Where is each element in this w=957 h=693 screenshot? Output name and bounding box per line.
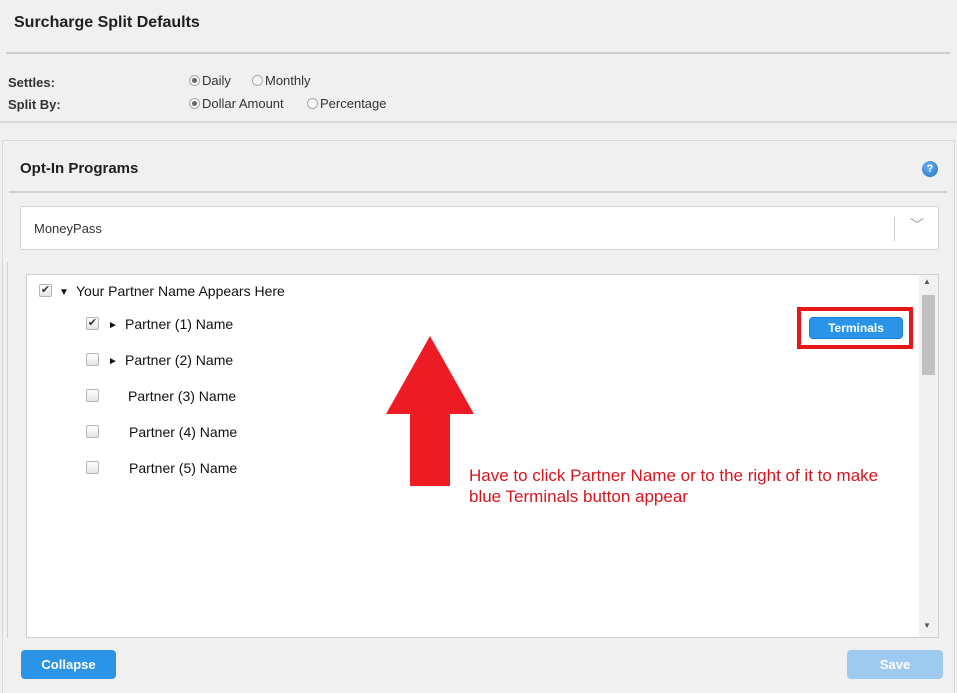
root-checkbox[interactable]: ✔ [39, 284, 52, 297]
program-select[interactable]: MoneyPass ﹀ [20, 206, 939, 250]
settles-monthly-radio[interactable] [252, 75, 263, 86]
section-shadow [0, 121, 957, 124]
split-dollar-option[interactable]: Dollar Amount [189, 96, 284, 111]
collapsed-arrow-icon[interactable]: ► [108, 356, 118, 367]
partner-1-label[interactable]: Partner (1) Name [125, 316, 233, 332]
partner-5-checkbox[interactable] [86, 461, 99, 474]
split-dollar-label: Dollar Amount [202, 96, 284, 111]
panel-left-edge [7, 262, 8, 638]
divider [6, 52, 950, 54]
settles-monthly-option[interactable]: Monthly [252, 73, 311, 88]
partner-2-checkbox[interactable] [86, 353, 99, 366]
red-arrow-icon [386, 336, 474, 486]
terminals-button[interactable]: Terminals [809, 317, 903, 339]
panel-title: Opt-In Programs [20, 160, 139, 177]
program-select-value: MoneyPass [34, 221, 102, 236]
settles-daily-option[interactable]: Daily [189, 73, 231, 88]
collapse-button[interactable]: Collapse [21, 650, 116, 679]
partner-3-label[interactable]: Partner (3) Name [128, 388, 236, 404]
tree-root-label[interactable]: Your Partner Name Appears Here [76, 283, 285, 299]
chevron-down-icon[interactable]: ﹀ [910, 215, 924, 235]
settles-daily-radio[interactable] [189, 75, 200, 86]
scroll-thumb[interactable] [922, 295, 935, 375]
settles-label: Settles: [8, 75, 55, 90]
partner-2-label[interactable]: Partner (2) Name [125, 352, 233, 368]
annotation-text: Have to click Partner Name or to the rig… [469, 466, 879, 506]
partner-3-checkbox[interactable] [86, 389, 99, 402]
select-separator [894, 217, 895, 241]
save-button[interactable]: Save [847, 650, 943, 679]
split-percentage-label: Percentage [320, 96, 387, 111]
scroll-up-icon[interactable]: ▲ [923, 277, 931, 286]
expanded-arrow-icon[interactable]: ▼ [59, 287, 69, 298]
split-percentage-radio[interactable] [307, 98, 318, 109]
section-title-surcharge: Surcharge Split Defaults [14, 14, 200, 31]
partner-4-label[interactable]: Partner (4) Name [129, 424, 237, 440]
split-percentage-option[interactable]: Percentage [307, 96, 387, 111]
partner-5-label[interactable]: Partner (5) Name [129, 460, 237, 476]
settles-daily-label: Daily [202, 73, 231, 88]
divider [9, 191, 947, 193]
split-dollar-radio[interactable] [189, 98, 200, 109]
scroll-down-icon[interactable]: ▼ [923, 621, 931, 630]
partner-1-checkbox[interactable]: ✔ [86, 317, 99, 330]
partner-4-checkbox[interactable] [86, 425, 99, 438]
tree-scrollbar[interactable]: ▲ ▼ [919, 275, 938, 637]
help-icon[interactable]: ? [922, 161, 938, 177]
split-by-label: Split By: [8, 97, 61, 112]
settles-monthly-label: Monthly [265, 73, 311, 88]
collapsed-arrow-icon[interactable]: ► [108, 320, 118, 331]
